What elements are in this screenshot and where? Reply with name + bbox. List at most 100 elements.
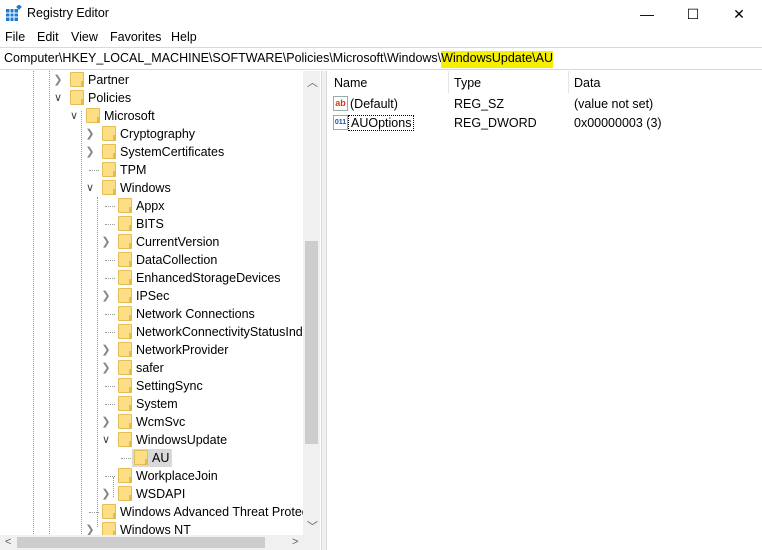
expand-chevron-icon[interactable]: ❯ [85, 523, 95, 536]
values-list: Name Type Data ab (Default) REG_SZ (valu… [328, 71, 762, 550]
tree-item[interactable]: ∨ Microsoft [0, 107, 303, 125]
folder-icon [118, 252, 132, 267]
expand-chevron-icon[interactable]: ❯ [101, 235, 111, 248]
tree-item-label: WindowsUpdate [136, 433, 228, 447]
string-value-icon: ab [333, 96, 348, 111]
expand-chevron-icon[interactable]: ❯ [85, 127, 95, 140]
folder-icon [118, 198, 132, 213]
scroll-right-icon[interactable]: > [292, 536, 298, 548]
tree-item-label: Partner [88, 73, 129, 87]
value-row-default[interactable]: ab (Default) REG_SZ (value not set) [328, 95, 762, 113]
tree-item[interactable]: DataCollection [0, 251, 303, 269]
tree-item-label: IPSec [136, 289, 170, 303]
tree-item-label: BITS [136, 217, 164, 231]
folder-icon [86, 108, 100, 123]
tree-item-label: Windows Advanced Threat Protection [120, 505, 320, 519]
scroll-up-icon[interactable]: ︿ [307, 74, 318, 90]
column-header-type[interactable]: Type [454, 76, 481, 90]
collapse-chevron-icon[interactable]: ∨ [69, 109, 79, 122]
scroll-left-icon[interactable]: < [5, 536, 11, 548]
folder-icon [134, 450, 148, 465]
collapse-chevron-icon[interactable]: ∨ [53, 91, 63, 104]
folder-icon [118, 306, 132, 321]
tree-item[interactable]: ❯ SystemCertificates [0, 143, 303, 161]
tree-item[interactable]: NetworkConnectivityStatusIndicator [0, 323, 320, 341]
tree-item-label: Network Connections [136, 307, 255, 321]
column-header-data[interactable]: Data [574, 76, 600, 90]
folder-icon [118, 432, 132, 447]
collapse-chevron-icon[interactable]: ∨ [101, 433, 111, 446]
menu-edit[interactable]: Edit [37, 30, 59, 44]
scroll-down-icon[interactable]: ﹀ [307, 518, 318, 534]
folder-icon [118, 342, 132, 357]
tree-item[interactable]: ∨ Policies [0, 89, 303, 107]
folder-icon [118, 288, 132, 303]
tree-item-label: WcmSvc [136, 415, 186, 429]
tree-item-label: SettingSync [136, 379, 203, 393]
tree-item[interactable]: ❯ safer [0, 359, 303, 377]
tree-item[interactable]: AU [0, 449, 303, 467]
value-type: REG_SZ [454, 97, 505, 111]
value-type: REG_DWORD [454, 116, 537, 130]
expand-chevron-icon[interactable]: ❯ [101, 487, 111, 500]
tree-item[interactable]: Network Connections [0, 305, 303, 323]
tree-item-label: CurrentVersion [136, 235, 220, 249]
tree-item-label: safer [136, 361, 164, 375]
tree-item[interactable]: TPM [0, 161, 303, 179]
expand-chevron-icon[interactable]: ❯ [101, 415, 111, 428]
expand-chevron-icon[interactable]: ❯ [101, 343, 111, 356]
tree-item-label: TPM [120, 163, 147, 177]
expand-chevron-icon[interactable]: ❯ [85, 145, 95, 158]
tree-item[interactable]: Windows Advanced Threat Protection [0, 503, 320, 521]
tree-item[interactable]: EnhancedStorageDevices [0, 269, 303, 287]
minimize-button[interactable]: — [624, 0, 670, 28]
tree-item[interactable]: ❯ Cryptography [0, 125, 303, 143]
tree-item[interactable]: SettingSync [0, 377, 303, 395]
key-tree: ❯ Partner ∨ Policies ∨ Microsoft ❯ Cryptography… [0, 71, 320, 536]
value-row-auoptions[interactable]: 011 AUOptions REG_DWORD 0x00000003 (3) [328, 114, 762, 132]
folder-icon [102, 180, 116, 195]
folder-icon [118, 216, 132, 231]
tree-item[interactable]: ❯ WSDAPI [0, 485, 303, 503]
menu-file[interactable]: File [5, 30, 25, 44]
tree-item[interactable]: Appx [0, 197, 303, 215]
tree-item[interactable]: ∨ Windows [0, 179, 303, 197]
collapse-chevron-icon[interactable]: ∨ [85, 181, 95, 194]
tree-item[interactable]: ❯ Partner [0, 71, 303, 89]
tree-item-label: WorkplaceJoin [136, 469, 218, 483]
address-bar[interactable]: Computer\HKEY_LOCAL_MACHINE\SOFTWARE\Pol… [0, 47, 762, 70]
close-button[interactable]: ✕ [716, 0, 762, 28]
tree-item[interactable]: WorkplaceJoin [0, 467, 303, 485]
expand-chevron-icon[interactable]: ❯ [53, 73, 63, 86]
tree-item[interactable]: ❯ IPSec [0, 287, 303, 305]
value-data: 0x00000003 (3) [574, 116, 662, 130]
tree-item[interactable]: ❯ CurrentVersion [0, 233, 303, 251]
pane-splitter[interactable] [321, 71, 327, 550]
tree-item[interactable]: ❯ Windows NT [0, 521, 303, 536]
tree-item-label: Cryptography [120, 127, 196, 141]
folder-icon [102, 126, 116, 141]
menu-view[interactable]: View [71, 30, 98, 44]
menu-favorites[interactable]: Favorites [110, 30, 161, 44]
tree-item-label: NetworkProvider [136, 343, 229, 357]
tree-item[interactable]: BITS [0, 215, 303, 233]
maximize-button[interactable]: ☐ [670, 0, 716, 28]
tree-item-label: EnhancedStorageDevices [136, 271, 281, 285]
value-name: (Default) [350, 97, 398, 111]
tree-item[interactable]: ∨ WindowsUpdate [0, 431, 303, 449]
tree-hscroll-thumb[interactable] [17, 537, 265, 548]
menu-help[interactable]: Help [171, 30, 197, 44]
tree-vscroll-thumb[interactable] [305, 241, 318, 444]
registry-editor-icon [6, 5, 22, 21]
address-highlighted: WindowsUpdate\AU [441, 51, 554, 65]
expand-chevron-icon[interactable]: ❯ [101, 361, 111, 374]
folder-icon [70, 90, 84, 105]
tree-item[interactable]: ❯ NetworkProvider [0, 341, 303, 359]
folder-icon [118, 414, 132, 429]
tree-item[interactable]: ❯ WcmSvc [0, 413, 303, 431]
tree-item-label: Microsoft [104, 109, 155, 123]
expand-chevron-icon[interactable]: ❯ [101, 289, 111, 302]
column-header-name[interactable]: Name [334, 76, 367, 90]
tree-item[interactable]: System [0, 395, 303, 413]
title-bar: Registry Editor — ☐ ✕ [0, 0, 762, 30]
